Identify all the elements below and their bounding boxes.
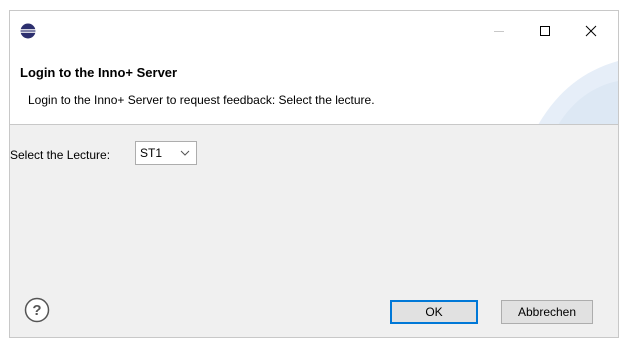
dialog-content: Select the Lecture: ST1: [10, 125, 618, 285]
close-icon: [585, 25, 597, 37]
header-banner-art: [538, 61, 618, 124]
maximize-icon: [540, 26, 550, 36]
eclipse-icon: [20, 23, 36, 39]
title-bar: [10, 11, 618, 51]
minimize-icon: [494, 30, 504, 32]
page-title: Login to the Inno+ Server: [20, 65, 178, 80]
ok-button[interactable]: OK: [390, 300, 478, 324]
background-window-strip: [0, 0, 619, 10]
maximize-button[interactable]: [522, 11, 568, 51]
help-icon[interactable]: ?: [24, 297, 50, 323]
cancel-button[interactable]: Abbrechen: [501, 300, 593, 324]
chevron-down-icon: [180, 150, 190, 156]
dialog-window: Login to the Inno+ Server Login to the I…: [9, 10, 619, 338]
dialog-header: Login to the Inno+ Server Login to the I…: [10, 51, 618, 125]
close-button[interactable]: [568, 11, 614, 51]
lecture-label: Select the Lecture:: [10, 148, 111, 162]
lecture-selected-value: ST1: [140, 146, 163, 160]
lecture-select[interactable]: ST1: [135, 141, 197, 165]
page-description: Login to the Inno+ Server to request fee…: [28, 93, 375, 107]
minimize-button[interactable]: [476, 11, 522, 51]
svg-text:?: ?: [32, 302, 41, 319]
dialog-footer: ? OK Abbrechen: [10, 285, 618, 337]
